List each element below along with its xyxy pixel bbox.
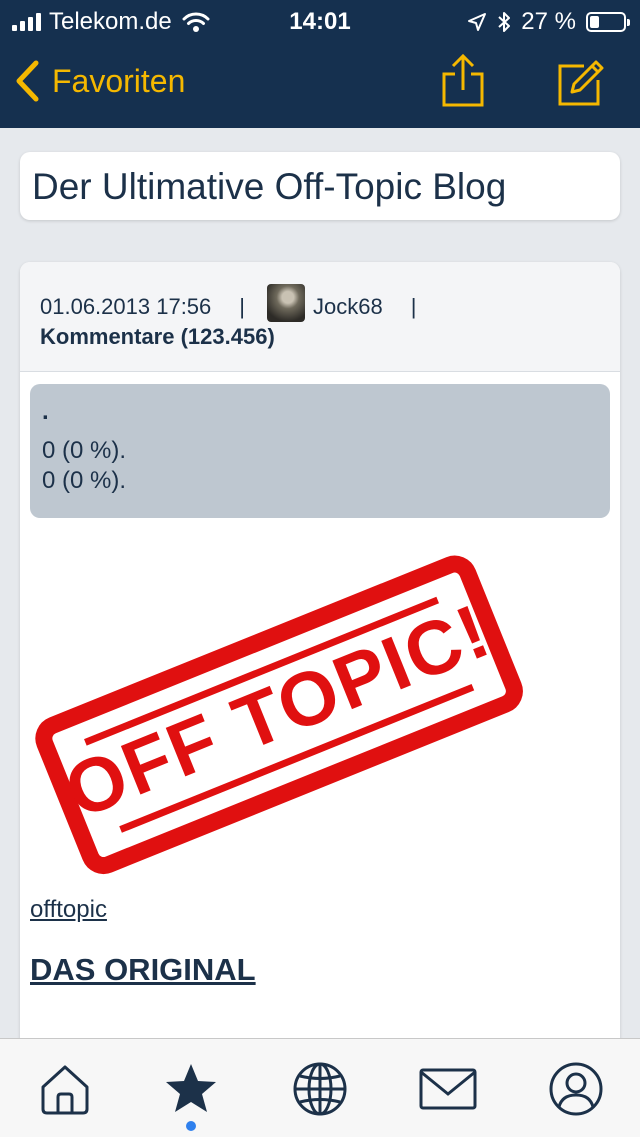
meta-separator: | xyxy=(239,294,245,319)
compose-icon xyxy=(558,60,604,106)
battery-fill xyxy=(590,16,599,28)
battery-icon xyxy=(586,12,630,32)
share-icon xyxy=(442,53,484,107)
top-bar: Telekom.de 14:01 27 % Favoriten xyxy=(0,0,640,128)
active-tab-indicator xyxy=(186,1121,196,1131)
post-card: 01.06.2013 17:56 | Jock68 | Kommentare (… xyxy=(20,262,620,1062)
compose-button[interactable] xyxy=(556,60,604,113)
tab-web[interactable] xyxy=(290,1059,350,1119)
status-bar: Telekom.de 14:01 27 % xyxy=(0,0,640,40)
chevron-left-icon xyxy=(16,60,39,102)
author-name[interactable]: Jock68 xyxy=(313,294,383,320)
comments-link[interactable]: Kommentare (123.456) xyxy=(40,324,600,350)
blog-title: Der Ultimative Off-Topic Blog xyxy=(32,166,507,207)
blog-title-card: Der Ultimative Off-Topic Blog xyxy=(20,152,620,220)
battery-percent: 27 % xyxy=(521,8,576,35)
post-date: 01.06.2013 17:56 xyxy=(40,294,212,319)
tab-profile[interactable] xyxy=(546,1059,606,1119)
tab-favorites[interactable] xyxy=(161,1059,221,1119)
location-icon xyxy=(468,13,487,31)
tab-messages[interactable] xyxy=(418,1059,478,1119)
home-icon xyxy=(41,1065,89,1115)
headline-link[interactable]: DAS ORIGINAL xyxy=(30,952,256,988)
back-button-label: Favoriten xyxy=(52,62,186,99)
poll-question: . xyxy=(42,398,49,425)
poll-box: . 0 (0 %). 0 (0 %). xyxy=(30,384,610,518)
status-right: 27 % xyxy=(467,8,630,36)
tag-link[interactable]: offtopic xyxy=(30,896,107,924)
meta-separator: | xyxy=(410,294,417,319)
profile-icon xyxy=(549,1062,603,1116)
tab-home[interactable] xyxy=(35,1059,95,1119)
poll-result: 0 (0 %). xyxy=(42,437,127,464)
nav-bar: Favoriten xyxy=(0,40,640,128)
back-button[interactable]: Favoriten xyxy=(14,60,185,102)
tab-bar xyxy=(0,1038,640,1137)
post-meta: 01.06.2013 17:56 | Jock68 | Kommentare (… xyxy=(20,262,620,372)
globe-icon xyxy=(293,1062,347,1116)
favorites-star-icon xyxy=(166,1064,216,1112)
share-button[interactable] xyxy=(440,53,486,113)
poll-result: 0 (0 %). xyxy=(42,467,127,494)
bluetooth-icon xyxy=(498,12,511,32)
off-topic-stamp-image: OFF TOPIC! xyxy=(35,555,523,875)
mail-icon xyxy=(419,1068,477,1110)
author-avatar[interactable] xyxy=(267,284,305,322)
